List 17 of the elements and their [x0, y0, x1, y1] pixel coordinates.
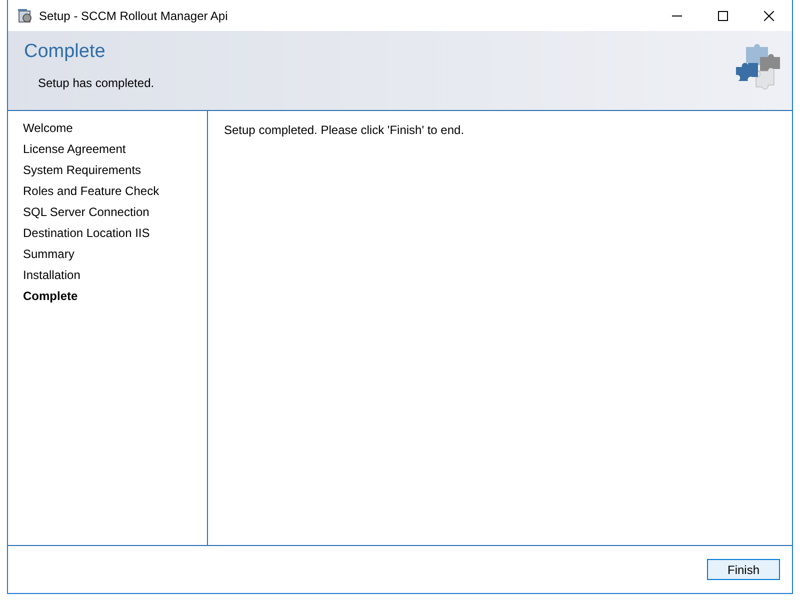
close-icon [764, 10, 774, 20]
page-subtitle: Setup has completed. [38, 76, 154, 90]
status-message: Setup completed. Please click 'Finish' to end. [224, 123, 464, 137]
step-item: License Agreement [23, 141, 127, 158]
step-item: Installation [23, 267, 82, 284]
maximize-icon [718, 10, 728, 20]
setup-icon [17, 8, 33, 24]
window-title: Setup - SCCM Rollout Manager Api [39, 8, 229, 22]
step-item: Welcome [23, 120, 74, 137]
page-title: Complete [24, 41, 106, 63]
step-item: Complete [23, 288, 79, 305]
step-item: System Requirements [23, 162, 142, 179]
finish-button[interactable]: Finish [707, 559, 780, 580]
step-item: SQL Server Connection [23, 204, 150, 221]
step-item: Destination Location IIS [23, 225, 151, 242]
step-item: Roles and Feature Check [23, 183, 160, 200]
step-item: Summary [23, 246, 76, 263]
